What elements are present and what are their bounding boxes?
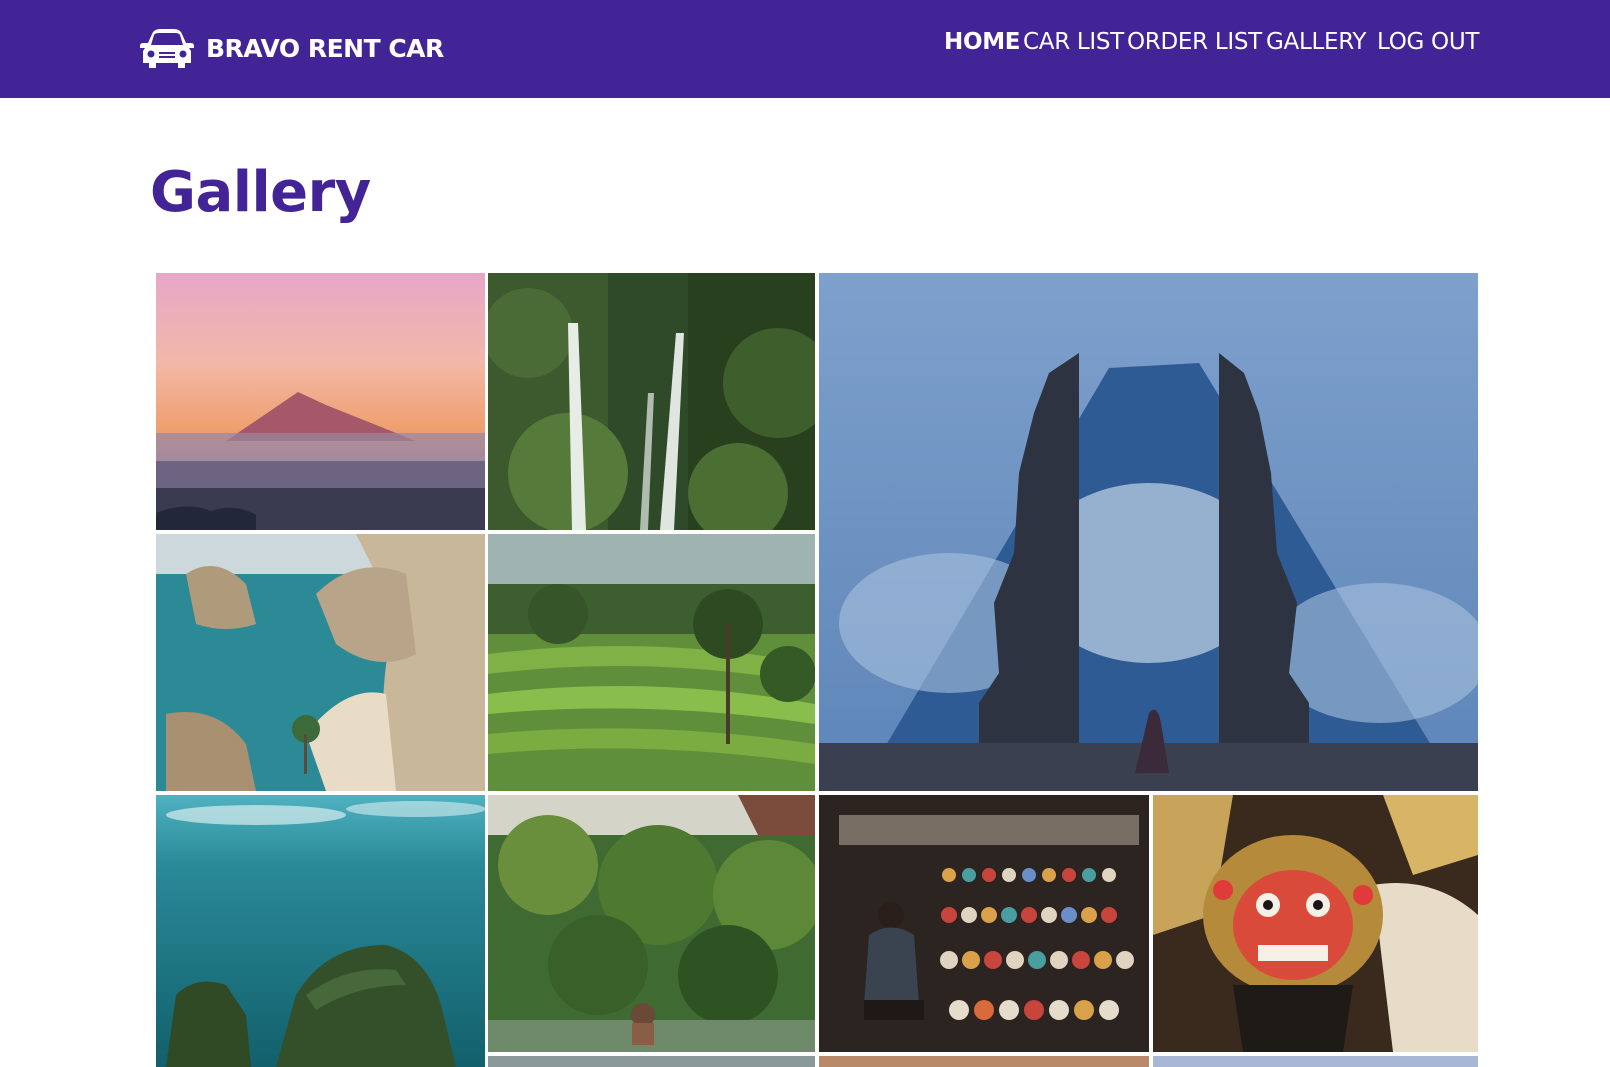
nav-home[interactable]: HOME (944, 29, 1021, 55)
gallery-photo[interactable] (1153, 1056, 1478, 1067)
nav-gallery[interactable]: GALLERY (1266, 29, 1366, 55)
gallery-photo[interactable] (819, 1056, 1149, 1067)
waterfall-photo[interactable] (488, 273, 815, 530)
nav-log-out[interactable]: LOG OUT (1377, 29, 1479, 55)
ocean-rocks-photo[interactable] (156, 795, 485, 1067)
nav-order-list[interactable]: ORDER LIST (1127, 29, 1262, 55)
car-icon (138, 26, 196, 70)
nav-car-list[interactable]: CAR LIST (1023, 29, 1124, 55)
gallery-photo[interactable] (488, 1056, 815, 1067)
temple-gate-mountain-photo[interactable] (819, 273, 1478, 791)
brand-logo[interactable]: BRAVO RENT CAR (138, 25, 444, 71)
brand-name: BRAVO RENT CAR (206, 33, 444, 63)
barong-mask-photo[interactable] (1153, 795, 1478, 1052)
page-title: Gallery (150, 160, 371, 225)
navbar: BRAVO RENT CAR HOME CAR LIST ORDER LIST … (0, 0, 1610, 98)
rice-terraces-photo[interactable] (488, 534, 815, 791)
mask-market-photo[interactable] (819, 795, 1149, 1052)
beach-cliffs-photo[interactable] (156, 534, 485, 791)
jungle-pool-photo[interactable] (488, 795, 815, 1052)
mountain-sunset-photo[interactable] (156, 273, 485, 530)
